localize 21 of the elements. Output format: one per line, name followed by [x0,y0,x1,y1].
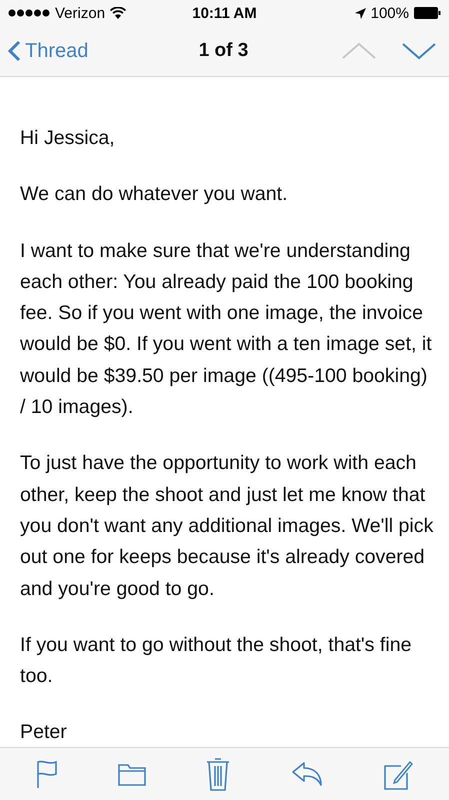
compose-icon[interactable] [382,758,413,790]
signal-icon [8,9,50,17]
battery-icon [414,7,441,19]
wifi-icon [110,7,126,19]
folder-icon[interactable] [118,762,146,786]
battery-percent: 100% [370,4,409,22]
message-paragraph: I want to make sure that we're understanding each other: You already paid the 100 booking fee. So if you went with one image, the invoice would be $0. If you went with a ten image set, it would be $39.50 per image ((495-100 booking) / 10 images). [20,238,433,420]
status-time: 10:11 AM [192,4,257,22]
flag-icon[interactable] [36,759,58,789]
reply-icon[interactable] [290,761,323,787]
carrier-name: Verizon [55,4,106,22]
message-paragraph: To just have the opportunity to work with each other, keep the shoot and just let me know that you don't want any additional images. We'll pick out one for keeps because it's already covered and you're good to go. [20,451,434,602]
message-paragraph: Peter [20,720,68,746]
trash-icon[interactable] [206,757,230,791]
back-button[interactable]: Thread [8,40,138,62]
thread-position: 1 of 3 [198,40,248,62]
location-icon [354,8,366,18]
back-chevron-icon[interactable] [8,40,21,62]
message-paragraph: Hi Jessica, [20,126,116,151]
message-paragraph: We can do whatever you want. [20,182,289,208]
message-paragraph: If you want to go without the shoot, that's fine too. [20,632,413,690]
